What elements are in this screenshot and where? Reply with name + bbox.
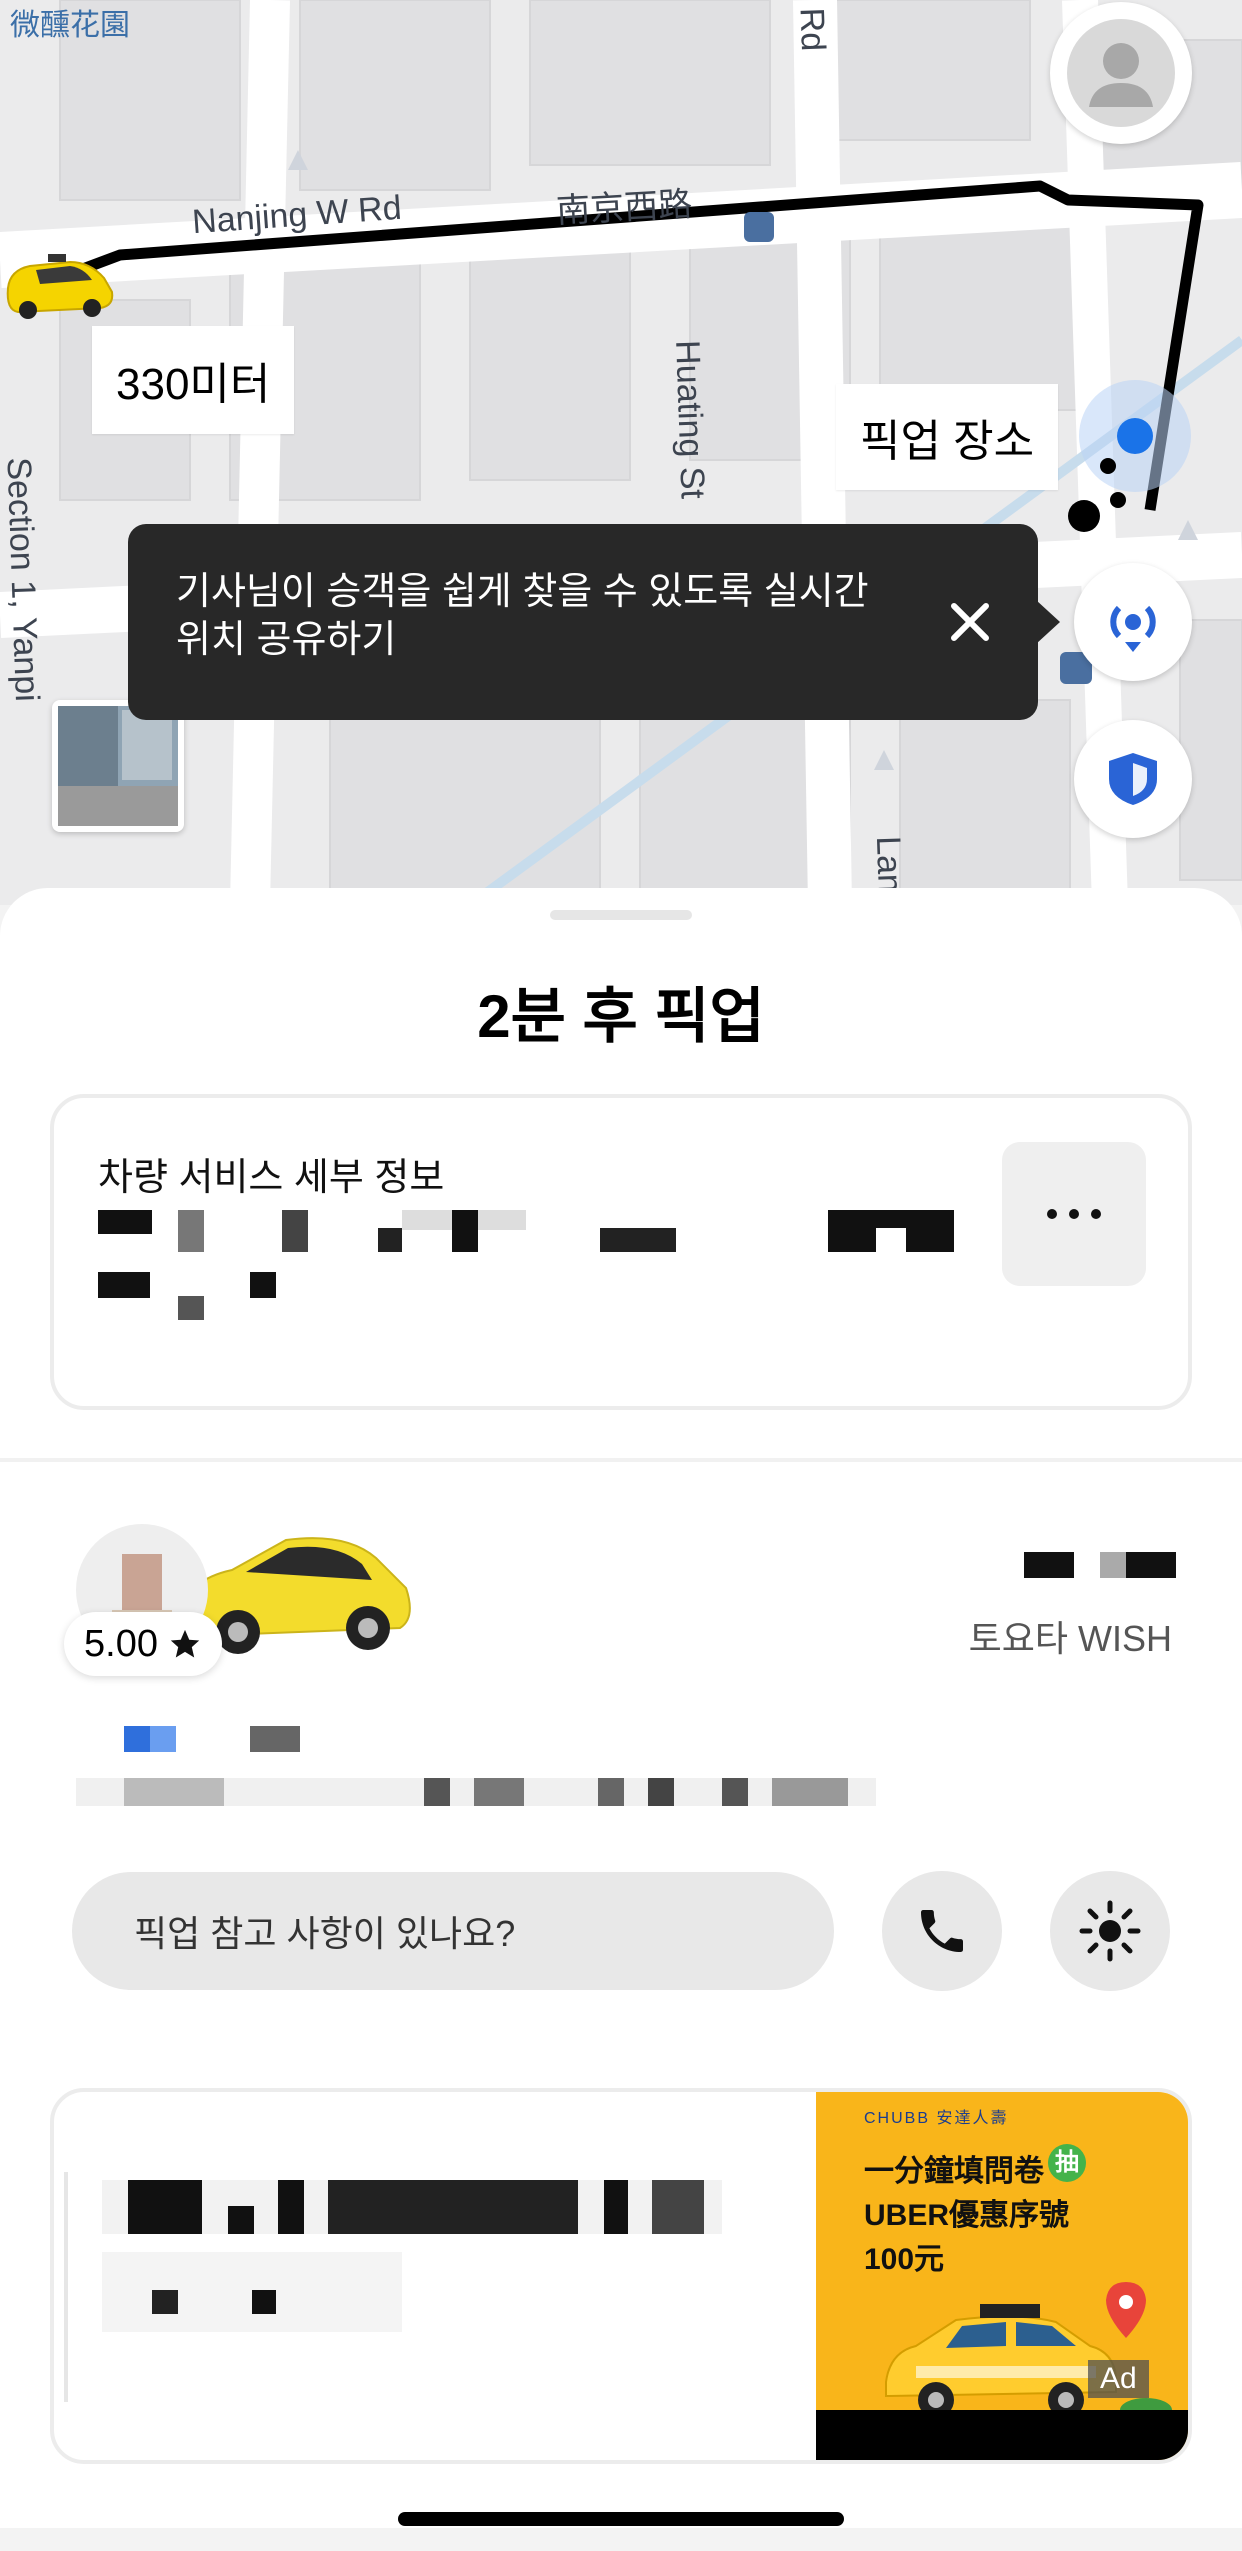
redacted-text (282, 1210, 308, 1252)
ad-label: Ad (1088, 2360, 1149, 2398)
redacted-text (250, 1726, 300, 1752)
street-label-lan: Lan (868, 835, 909, 894)
redacted-text (876, 1228, 906, 1252)
pickup-note-input[interactable]: 픽업 참고 사항이 있나요? (72, 1872, 834, 1990)
redacted-text (98, 1272, 150, 1298)
redacted-text (722, 1778, 748, 1806)
redacted-ad-text (128, 2180, 202, 2234)
redacted-ad-text (228, 2206, 254, 2234)
broadcast-location-icon (1110, 605, 1156, 652)
redacted-text (124, 1726, 150, 1752)
redacted-ad-text (604, 2180, 628, 2234)
map-poi-label: 微醺花園 (10, 9, 130, 42)
safety-toolkit-button[interactable] (1074, 720, 1192, 838)
sun-beacon-icon (1079, 1900, 1141, 1962)
home-indicator[interactable] (398, 2512, 844, 2526)
redacted-ad-text (652, 2180, 704, 2234)
ad-line2: UBER優惠序號 (864, 2199, 1070, 2232)
redacted-text (150, 1726, 176, 1752)
map-view[interactable]: 微醺花園 Nanjing W Rd 南京西路 Huating St Sectio… (0, 0, 1242, 905)
redacted-ad-text (252, 2290, 276, 2314)
phone-icon (921, 1910, 963, 1952)
redacted-ad-text (278, 2180, 304, 2234)
redacted-text (178, 1296, 204, 1320)
ad-line1: 一分鐘填問卷 (864, 2155, 1044, 2188)
redacted-text (124, 1778, 224, 1806)
redacted-plate (1024, 1552, 1074, 1578)
ad-card[interactable]: CHUBB 安達人壽 一分鐘填問卷 抽 UBER優惠序號 100元 Ad (50, 2088, 1192, 2464)
redacted-plate (1100, 1552, 1126, 1578)
beacon-button[interactable] (1050, 1871, 1170, 1991)
redacted-text (378, 1228, 402, 1252)
taxi-icon (6, 254, 114, 319)
sheet-drag-handle[interactable] (550, 910, 692, 920)
redacted-text (772, 1778, 848, 1806)
trip-bottom-sheet[interactable]: 2분 후 픽업 차량 서비스 세부 정보 5.00 토요타 WISH 픽업 참고… (0, 888, 1242, 2528)
pickup-location-chip[interactable]: 픽업 장소 (836, 384, 1059, 490)
driver-rating-badge: 5.00 (64, 1612, 222, 1676)
pickup-eta-title: 2분 후 픽업 (477, 983, 765, 1050)
redacted-text (474, 1778, 524, 1806)
ad-badge: 抽 (1048, 2144, 1086, 2182)
redacted-text (598, 1778, 624, 1806)
redacted-text (178, 1210, 204, 1252)
share-location-tooltip: 기사님이 승객을 쉽게 찾을 수 있도록 실시간 위치 공유하기 (128, 524, 1060, 720)
street-label-nanjing-zh: 南京西路 (555, 185, 694, 231)
redacted-plate (1126, 1552, 1176, 1578)
ad-text-rule (64, 2172, 68, 2402)
more-options-button[interactable] (1002, 1142, 1146, 1286)
redacted-ad-text (152, 2290, 178, 2314)
vehicle-card-heading: 차량 서비스 세부 정보 (98, 1157, 445, 1199)
ad-brand: CHUBB 安達人壽 (864, 2110, 1009, 2127)
redacted-text (250, 1272, 276, 1298)
tooltip-arrow (1036, 600, 1060, 644)
vehicle-service-card[interactable]: 차량 서비스 세부 정보 (50, 1094, 1192, 1410)
blurred-face (122, 1554, 162, 1610)
avatar-icon (1067, 19, 1175, 127)
street-label-rd: Rd (792, 7, 832, 52)
redacted-text (600, 1228, 676, 1252)
section-divider (0, 1458, 1242, 1462)
ad-banner-image[interactable]: CHUBB 安達人壽 一分鐘填問卷 抽 UBER優惠序號 100元 Ad (816, 2092, 1188, 2460)
star-icon (170, 1629, 200, 1658)
profile-button[interactable] (1050, 2, 1192, 144)
redacted-text (648, 1778, 674, 1806)
redacted-text (424, 1778, 450, 1806)
car-model: 토요타 WISH (968, 1618, 1172, 1659)
ad-footer-bar (816, 2410, 1188, 2460)
redacted-ad-text (328, 2180, 578, 2234)
redacted-text (98, 1210, 152, 1234)
taxi-illustration-icon (885, 2282, 1172, 2422)
call-driver-button[interactable] (882, 1871, 1002, 1991)
share-location-button[interactable] (1074, 563, 1192, 681)
tooltip-text: 기사님이 승객을 쉽게 찾을 수 있도록 실시간 위치 공유하기 (176, 571, 869, 661)
close-icon[interactable] (948, 600, 992, 644)
driver-rating: 5.00 (84, 1622, 158, 1665)
distance-chip: 330미터 (92, 326, 295, 434)
shield-icon (1109, 753, 1157, 805)
more-dots-icon (1047, 1209, 1101, 1219)
street-label-huating: Huating St (668, 339, 712, 500)
redacted-text (452, 1210, 478, 1252)
